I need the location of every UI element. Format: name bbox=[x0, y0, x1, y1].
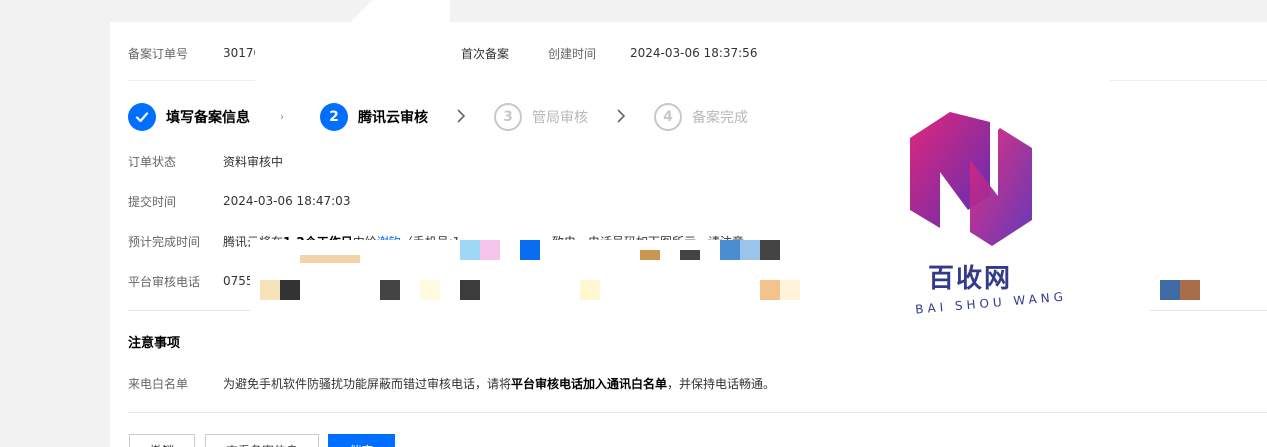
status-label: 订单状态 bbox=[128, 154, 177, 169]
check-icon bbox=[128, 103, 156, 131]
created-time-label: 创建时间 bbox=[548, 46, 597, 61]
step-label: 填写备案信息 bbox=[166, 110, 250, 126]
order-type: 首次备案 bbox=[461, 46, 510, 61]
step-label: 腾讯云审核 bbox=[358, 110, 428, 126]
step-fill-info: 填写备案信息 bbox=[128, 103, 250, 131]
submit-time-label: 提交时间 bbox=[128, 194, 177, 209]
urge-review-button[interactable]: 催审 bbox=[328, 434, 395, 447]
watermark-shape bbox=[290, 0, 450, 22]
step-label: 备案完成 bbox=[692, 110, 748, 126]
step-label: 管局审核 bbox=[532, 110, 588, 126]
chevron-right-icon bbox=[456, 108, 466, 127]
whitelist-label: 来电白名单 bbox=[128, 376, 189, 391]
step-number: 2 bbox=[320, 103, 348, 131]
notice-title: 注意事项 bbox=[128, 336, 181, 351]
progress-steps: 填写备案信息 › 2 腾讯云审核 3 管局审核 4 备案完成 bbox=[128, 101, 748, 133]
divider bbox=[128, 412, 1267, 413]
brand-name: 百收网 bbox=[928, 264, 1013, 294]
eta-label: 预计完成时间 bbox=[128, 234, 201, 249]
phone-label: 平台审核电话 bbox=[128, 274, 201, 289]
submit-time-value: 2024-03-06 18:47:03 bbox=[223, 194, 351, 208]
step-number: 4 bbox=[654, 103, 682, 131]
redaction-block bbox=[255, 62, 795, 82]
redaction-block bbox=[255, 40, 445, 62]
created-time-value: 2024-03-06 18:37:56 bbox=[630, 46, 758, 60]
whitelist-text: 为避免手机软件防骚扰功能屏蔽而错过审核电话，请将平台审核电话加入通讯白名单，并保… bbox=[223, 376, 776, 391]
order-header: 备案订单号 30170 bbox=[128, 43, 261, 63]
step-tencent-review: 2 腾讯云审核 bbox=[320, 103, 428, 131]
phone-value: 0755 bbox=[223, 274, 254, 288]
step-complete: 4 备案完成 bbox=[654, 103, 748, 131]
order-id-label: 备案订单号 bbox=[128, 46, 189, 61]
status-value: 资料审核中 bbox=[223, 154, 284, 169]
step-number: 3 bbox=[494, 103, 522, 131]
step-bureau-review: 3 管局审核 bbox=[494, 103, 588, 131]
chevron-right-icon: › bbox=[280, 111, 284, 123]
cancel-button[interactable]: 撤销 bbox=[129, 434, 195, 447]
view-filing-info-button[interactable]: 查看备案信息 bbox=[205, 434, 319, 447]
chevron-right-icon bbox=[616, 108, 626, 127]
